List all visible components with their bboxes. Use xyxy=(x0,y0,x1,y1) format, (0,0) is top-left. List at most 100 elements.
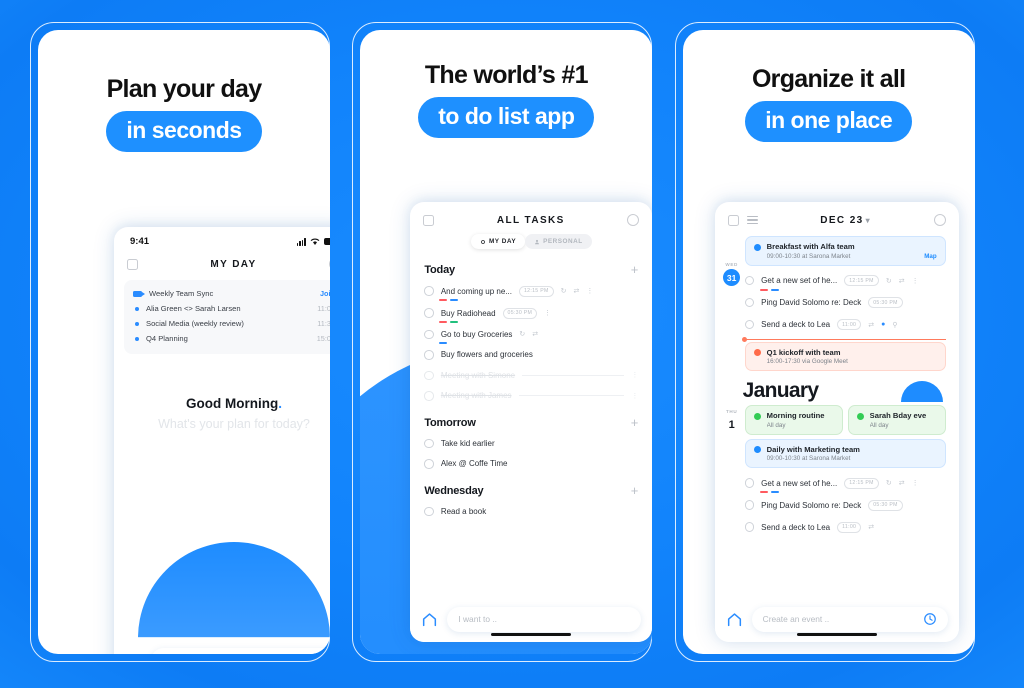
chevron-down-icon[interactable]: ▾ xyxy=(866,216,871,225)
task-row[interactable]: Send a deck to Lea 11:00 ⇄ xyxy=(715,516,959,538)
checkbox-icon[interactable] xyxy=(127,258,138,270)
list-item[interactable]: Weekly Team Sync Join xyxy=(133,286,330,301)
quick-add-input[interactable]: Create an event .. xyxy=(751,606,948,632)
more-icon[interactable]: ⋮ xyxy=(586,287,593,295)
add-task-button[interactable]: + xyxy=(631,263,639,276)
more-icon[interactable]: ⋮ xyxy=(631,392,638,400)
task-time-chip: 12:15 PM xyxy=(518,285,554,297)
badge-icon[interactable]: ● xyxy=(881,321,885,328)
event-subtitle: 09:00-10:30 at Sarona Market xyxy=(766,252,851,260)
refresh-icon[interactable]: ↻ xyxy=(886,277,892,285)
checkbox-icon[interactable] xyxy=(727,214,739,226)
promo-stage: Plan your day in seconds 9:41 MY DAY Wee… xyxy=(0,0,1024,688)
event-subtitle: 09:00-10:30 at Sarona Market xyxy=(766,455,851,462)
list-item[interactable]: Q4 Planning 15:00 xyxy=(133,331,330,346)
share-icon[interactable]: ⇄ xyxy=(532,330,538,338)
share-icon[interactable]: ⇄ xyxy=(899,277,905,285)
join-link[interactable]: Join xyxy=(320,289,330,298)
task-checkbox[interactable] xyxy=(744,297,755,308)
checkbox-icon[interactable] xyxy=(423,214,435,226)
task-checkbox[interactable] xyxy=(744,275,755,286)
task-checkbox[interactable] xyxy=(744,522,755,532)
quick-add-input[interactable]: I want to .. xyxy=(151,647,330,654)
task-checkbox[interactable] xyxy=(424,459,434,469)
task-row[interactable]: Take kid earlier xyxy=(410,433,652,454)
list-item[interactable]: Alia Green <> Sarah Larsen 11:00 xyxy=(133,301,330,316)
profile-circle-icon[interactable] xyxy=(627,214,640,226)
sun-icon xyxy=(481,239,485,244)
share-icon[interactable]: ⇄ xyxy=(573,287,579,295)
task-row[interactable]: Alex @ Coffe Time xyxy=(410,454,652,475)
more-icon[interactable]: ⋮ xyxy=(544,309,551,317)
calendar-event[interactable]: Daily with Marketing team 09:00-10:30 at… xyxy=(744,438,946,468)
january-block: THU 1 Morning routine All day Sarah Bday… xyxy=(715,405,959,468)
task-row[interactable]: Buy Radiohead 05:30 PM ⋮ xyxy=(410,302,652,324)
task-row[interactable]: Go to buy Groceries ↻ ⇄ xyxy=(410,324,652,345)
task-checkbox[interactable] xyxy=(424,438,434,448)
profile-circle-icon[interactable] xyxy=(933,214,946,226)
more-icon[interactable]: ⋮ xyxy=(631,371,638,379)
signal-icon xyxy=(296,237,306,246)
segment-label: MY DAY xyxy=(488,238,517,245)
calendar-event[interactable]: Morning routine All day xyxy=(744,405,843,435)
location-pin-icon[interactable] xyxy=(318,653,330,654)
bottom-dock: I want to .. xyxy=(114,637,330,654)
quick-add-input[interactable]: I want to .. xyxy=(447,606,642,632)
add-task-button[interactable]: + xyxy=(631,416,639,429)
calendar-event[interactable]: Breakfast with Alfa team 09:00-10:30 at … xyxy=(744,236,946,266)
add-task-button[interactable]: + xyxy=(631,484,639,497)
calendar-event[interactable]: Q1 kickoff with team 16:00-17:30 via Goo… xyxy=(744,341,946,371)
clock-icon[interactable] xyxy=(923,612,937,626)
list-item[interactable]: Social Media (weekly review) 11:30 xyxy=(133,316,330,331)
task-checkbox[interactable] xyxy=(424,391,434,401)
task-checkbox[interactable] xyxy=(424,329,434,339)
task-row[interactable]: Ping David Solomo re: Deck 05:30 PM xyxy=(715,292,959,314)
more-icon[interactable]: ⋮ xyxy=(912,479,919,487)
segment-personal[interactable]: PERSONAL xyxy=(525,234,592,249)
menu-icon[interactable] xyxy=(746,216,758,224)
task-row[interactable]: Send a deck to Lea 11:00 ⇄ ● ⚲ xyxy=(715,314,959,336)
share-icon[interactable]: ⇄ xyxy=(868,321,874,329)
task-row[interactable]: Read a book xyxy=(410,501,652,522)
home-icon[interactable] xyxy=(726,612,743,627)
greeting-title: Good Morning. xyxy=(114,396,330,411)
profile-circle-icon[interactable] xyxy=(329,258,330,270)
refresh-icon[interactable]: ↻ xyxy=(561,287,567,295)
section-header-today: Today + xyxy=(410,253,652,280)
task-row[interactable]: And coming up ne... 12:15 PM ↻ ⇄ ⋮ xyxy=(410,280,652,302)
calendar-event[interactable]: Sarah Bday eve All day xyxy=(847,405,946,435)
task-row[interactable]: Get a new set of he... 12:15 PM ↻ ⇄ ⋮ xyxy=(715,472,959,494)
task-row[interactable]: Buy flowers and groceries xyxy=(410,345,652,366)
event-dot-icon xyxy=(753,243,761,251)
task-checkbox[interactable] xyxy=(424,370,434,380)
event-body: Breakfast with Alfa team 09:00-10:30 at … xyxy=(767,242,919,260)
task-row-completed[interactable]: Meeting with Simone ⋮ xyxy=(410,365,652,386)
event-title: Daily with Marketing team xyxy=(766,444,860,454)
task-title: Get a new set of he... xyxy=(761,478,838,488)
attach-icon[interactable]: ⚲ xyxy=(892,321,897,329)
segment-my-day[interactable]: MY DAY xyxy=(470,234,526,249)
share-icon[interactable]: ⇄ xyxy=(899,479,905,487)
date-label: DEC 23 xyxy=(820,214,864,226)
task-checkbox[interactable] xyxy=(744,478,755,488)
task-checkbox[interactable] xyxy=(424,506,434,516)
task-checkbox[interactable] xyxy=(744,319,755,330)
task-checkbox[interactable] xyxy=(744,500,755,510)
task-checkbox[interactable] xyxy=(424,308,434,318)
task-checkbox[interactable] xyxy=(424,350,434,360)
phone-mockup-calendar: DEC 23 ▾ WED 31 Breakfast with Alfa team … xyxy=(714,202,959,642)
refresh-icon[interactable]: ↻ xyxy=(886,479,892,487)
task-title: Take kid earlier xyxy=(440,438,495,448)
refresh-icon[interactable]: ↻ xyxy=(519,330,525,338)
task-checkbox[interactable] xyxy=(424,286,434,296)
home-icon[interactable] xyxy=(421,612,438,627)
task-row-completed[interactable]: Meeting with James ⋮ xyxy=(410,386,652,407)
share-icon[interactable]: ⇄ xyxy=(868,523,874,531)
map-link[interactable]: Map xyxy=(924,253,936,260)
task-row[interactable]: Ping David Solomo re: Deck 05:30 PM xyxy=(715,494,959,516)
task-row[interactable]: Get a new set of he... 12:15 PM ↻ ⇄ ⋮ xyxy=(715,270,959,292)
more-icon[interactable]: ⋮ xyxy=(912,277,919,285)
home-icon[interactable] xyxy=(125,653,142,655)
status-bar: 9:41 xyxy=(114,227,330,250)
task-title: Meeting with Simone xyxy=(440,370,516,380)
